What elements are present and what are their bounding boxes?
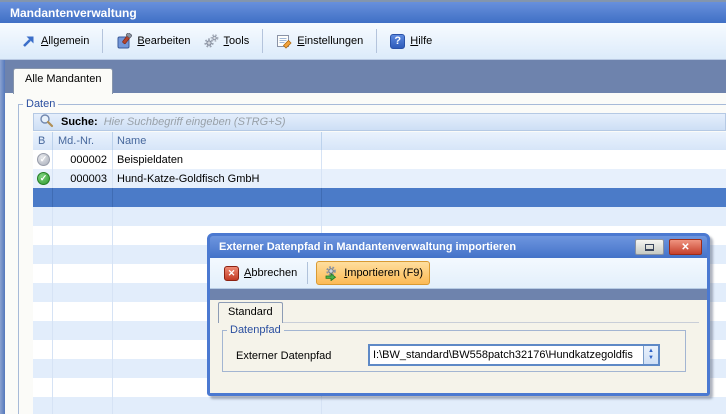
cell-mdnr: 000003: [53, 169, 113, 188]
datenpfad-group-label: Datenpfad: [227, 324, 284, 337]
column-header-name[interactable]: Name: [113, 132, 322, 150]
cancel-x-icon: ✕: [224, 266, 239, 281]
toolbar-button-bearbeiten[interactable]: Bearbeiten: [110, 29, 196, 53]
window-titlebar: Mandantenverwaltung: [0, 2, 726, 23]
toolbar-button-einstellungen[interactable]: Einstellungen: [270, 29, 369, 53]
search-input[interactable]: [104, 116, 725, 128]
arrow-up-right-icon: [20, 33, 36, 49]
column-header-empty: [322, 132, 726, 150]
toolbar-button-hilfe[interactable]: ? Hilfe: [384, 30, 438, 53]
cancel-label: Abbrechen: [244, 267, 297, 279]
toolbar-label: Allgemein: [41, 35, 89, 47]
tab-standard[interactable]: Standard: [218, 302, 283, 323]
search-icon: [39, 113, 54, 131]
toolbar-label: Hilfe: [410, 35, 432, 47]
table-row[interactable]: ✓ 000003 Hund-Katze-Goldfisch GmbH: [33, 169, 726, 188]
toolbar-separator: [102, 29, 103, 53]
toolbar-separator: [262, 29, 263, 53]
search-label: Suche:: [61, 116, 98, 128]
app-window: Mandantenverwaltung Allgemein Bearbeiten…: [0, 0, 726, 414]
main-toolbar: Allgemein Bearbeiten Tools Einstellungen…: [0, 23, 726, 60]
cell-name: Hund-Katze-Goldfisch GmbH: [113, 169, 322, 188]
dialog-body: Standard Datenpfad Externer Datenpfad ▲ …: [210, 289, 707, 393]
column-header-mdnr[interactable]: Md.-Nr.: [53, 132, 113, 150]
hammer-icon: [116, 33, 132, 49]
spinner-up-icon: ▲: [648, 348, 654, 355]
externer-datenpfad-label: Externer Datenpfad: [236, 350, 331, 362]
table-empty-row[interactable]: [33, 397, 726, 414]
gears-icon: [203, 33, 219, 49]
spinner-down-icon: ▼: [648, 355, 654, 362]
search-bar[interactable]: Suche:: [33, 113, 726, 131]
tab-label: Standard: [228, 306, 273, 318]
cancel-button[interactable]: ✕ Abbrechen: [218, 263, 303, 284]
table-header-row: B Md.-Nr. Name: [33, 132, 726, 150]
table-row-selected[interactable]: [33, 188, 726, 207]
dialog-toolbar: ✕ Abbrechen Importieren (F9): [210, 258, 707, 289]
import-dialog: Externer Datenpfad in Mandantenverwaltun…: [207, 233, 710, 396]
cell-mdnr: 000002: [53, 150, 113, 169]
toolbar-label: Einstellungen: [297, 35, 363, 47]
toolbar-button-tools[interactable]: Tools: [197, 29, 256, 53]
import-button[interactable]: Importieren (F9): [316, 261, 430, 285]
form-pencil-icon: [276, 33, 292, 49]
toolbar-separator: [376, 29, 377, 53]
externer-datenpfad-input[interactable]: [370, 346, 643, 364]
dialog-titlebar: Externer Datenpfad in Mandantenverwaltun…: [210, 236, 707, 258]
tab-page-rule: [279, 322, 699, 323]
daten-group-label: Daten: [23, 98, 58, 111]
column-header-b[interactable]: B: [33, 132, 53, 150]
spinner-control[interactable]: ▲ ▼: [643, 346, 658, 364]
toolbar-button-allgemein[interactable]: Allgemein: [14, 29, 95, 53]
dialog-title: Externer Datenpfad in Mandantenverwaltun…: [219, 241, 516, 253]
import-label: Importieren (F9): [344, 267, 423, 279]
help-question-icon: ?: [390, 34, 405, 49]
tab-label: Alle Mandanten: [25, 73, 101, 85]
window-left-border: [0, 60, 5, 414]
close-button[interactable]: ✕: [669, 239, 702, 255]
minimize-button[interactable]: [635, 239, 664, 255]
close-icon: ✕: [681, 242, 689, 253]
table-empty-row[interactable]: [33, 207, 726, 226]
externer-datenpfad-field: ▲ ▼: [368, 344, 660, 366]
import-gear-icon: [323, 265, 339, 281]
window-title: Mandantenverwaltung: [10, 6, 137, 20]
active-check-icon: ✓: [37, 172, 50, 185]
minimize-icon: [645, 244, 654, 251]
inactive-check-icon: ✓: [37, 153, 50, 166]
toolbar-separator: [307, 262, 308, 284]
cell-name: Beispieldaten: [113, 150, 322, 169]
tab-alle-mandanten[interactable]: Alle Mandanten: [13, 68, 113, 94]
toolbar-label: Tools: [224, 35, 250, 47]
toolbar-label: Bearbeiten: [137, 35, 190, 47]
table-row[interactable]: ✓ 000002 Beispieldaten: [33, 150, 726, 169]
